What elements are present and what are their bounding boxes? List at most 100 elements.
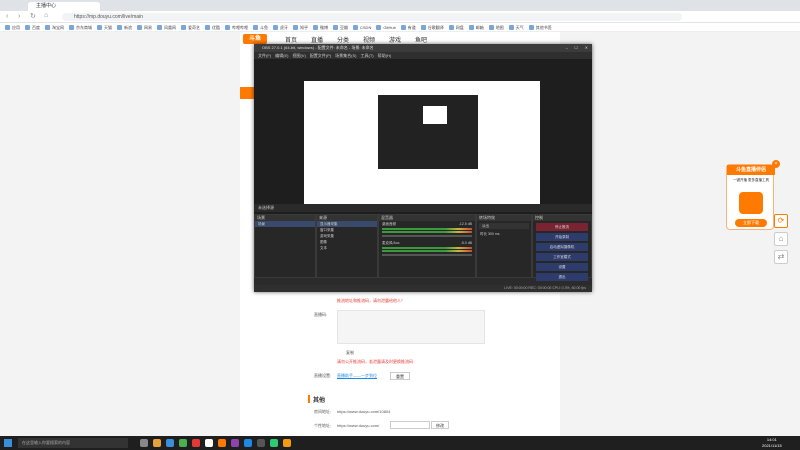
nav-item[interactable]: 分类 [337, 35, 349, 44]
bookmark-item[interactable]: 知乎 [293, 23, 308, 31]
bookmark-item[interactable]: 其他书签 [529, 23, 552, 31]
no-source-label: 未选择源 [258, 205, 274, 210]
bookmark-item[interactable]: CSDN [353, 23, 371, 31]
bookmark-item[interactable]: 有道 [401, 23, 416, 31]
taskbar-app-icon[interactable] [270, 439, 278, 447]
url-field[interactable]: https://mp.douyu.com/live/main [62, 13, 682, 21]
bookmark-item[interactable]: 天气 [509, 23, 524, 31]
clock[interactable]: 14:01 2021/11/15 [762, 437, 782, 449]
bookmark-item[interactable]: 爱奇艺 [181, 23, 200, 31]
audio-meter [382, 231, 472, 233]
control-button[interactable]: 设置 [536, 263, 588, 271]
duration-value[interactable]: 300 ms [488, 232, 499, 236]
obs-menu-item[interactable]: 视图(V) [292, 53, 305, 58]
bookmark-item[interactable]: 应用 [5, 23, 20, 31]
share-icon[interactable]: ⇄ [774, 250, 788, 264]
bookmark-item[interactable]: 谷歌翻译 [421, 23, 444, 31]
obs-preview[interactable] [304, 81, 540, 211]
promo-title: 斗鱼直播伴侣 [727, 165, 775, 175]
taskbar-app-icon[interactable] [231, 439, 239, 447]
source-item[interactable]: 文本 [317, 245, 377, 251]
forward-icon[interactable]: › [18, 13, 20, 20]
control-button[interactable]: 停止推流 [536, 223, 588, 231]
help-link[interactable]: 直播助手——一步到位 [337, 373, 377, 379]
section-title: 其他 [313, 398, 326, 404]
obs-menu-item[interactable]: 帮助(H) [378, 53, 392, 58]
taskbar-search[interactable]: 在这里输入你要搜索的内容 [18, 438, 128, 448]
close-icon[interactable]: × [772, 160, 780, 168]
promo-download-button[interactable]: 立即下载 [735, 219, 767, 227]
taskbar-app-icon[interactable] [140, 439, 148, 447]
reset-button[interactable]: 重置 [390, 372, 410, 380]
bookmark-item[interactable]: 淘宝网 [45, 23, 64, 31]
bookmark-item[interactable]: 地图 [489, 23, 504, 31]
bookmark-item[interactable]: 新浪 [117, 23, 132, 31]
taskbar-app-icon[interactable] [192, 439, 200, 447]
bookmark-item[interactable]: 哔哩哔哩 [225, 23, 248, 31]
volume-slider[interactable] [382, 235, 472, 237]
nav-item[interactable]: 直播 [311, 35, 323, 44]
douyu-logo[interactable]: 斗鱼 [243, 34, 267, 44]
mixer-channel: 桌面音频 -12.5 dB [379, 221, 475, 237]
home-icon[interactable]: ⌂ [774, 232, 788, 246]
taskbar-app-icon[interactable] [244, 439, 252, 447]
personal-url-input[interactable] [390, 421, 430, 429]
bookmark-item[interactable]: 斗鱼 [253, 23, 268, 31]
nav-item[interactable]: 视频 [363, 35, 375, 44]
refresh-icon[interactable]: ⟳ [774, 214, 788, 228]
obs-menubar: 文件(F) 编辑(E) 视图(V) 配置文件(P) 场景集合(S) 工具(T) 帮助(H) [254, 52, 592, 59]
live-code-label: 直播码: [314, 312, 328, 317]
back-icon[interactable]: ‹ [6, 13, 8, 20]
promo-card[interactable]: 斗鱼直播伴侣 一键开播 更多直播工具 立即下载 [726, 164, 775, 230]
obs-menu-item[interactable]: 工具(T) [360, 53, 373, 58]
reload-icon[interactable]: ↻ [30, 12, 36, 20]
bookmark-item[interactable]: 邮箱 [469, 23, 484, 31]
mixer-db: -5.0 dB [460, 241, 472, 245]
control-button[interactable]: 开始录制 [536, 233, 588, 241]
taskbar-app-icon[interactable] [283, 439, 291, 447]
nav-item[interactable]: 鱼吧 [415, 35, 427, 44]
scene-item[interactable]: 场景 [255, 221, 315, 227]
obs-menu-item[interactable]: 配置文件(P) [310, 53, 331, 58]
taskbar-app-icon[interactable] [257, 439, 265, 447]
home-icon[interactable]: ⌂ [44, 12, 48, 19]
control-button[interactable]: 工作室模式 [536, 253, 588, 261]
bookmark-item[interactable]: 微博 [313, 23, 328, 31]
transitions-header: 转场特效 [477, 215, 531, 221]
control-button[interactable]: 退出 [536, 273, 588, 281]
nav-item[interactable]: 首页 [285, 35, 297, 44]
bookmark-item[interactable]: 豆瓣 [333, 23, 348, 31]
duration-label: 时长 [480, 232, 487, 236]
control-button[interactable]: 启动虚拟摄像机 [536, 243, 588, 251]
close-icon[interactable]: ✕ [585, 44, 588, 52]
transition-select[interactable]: 淡出 [479, 223, 529, 229]
bookmark-item[interactable]: 百度 [25, 23, 40, 31]
bookmark-item[interactable]: 网盘 [449, 23, 464, 31]
maximize-icon[interactable]: ☐ [574, 44, 578, 52]
taskbar-app-icon[interactable] [218, 439, 226, 447]
taskbar-app-icon[interactable] [166, 439, 174, 447]
bookmark-item[interactable]: 网易 [137, 23, 152, 31]
nav-item[interactable]: 游戏 [389, 35, 401, 44]
bookmark-item[interactable]: 虎牙 [273, 23, 288, 31]
taskbar-app-icon[interactable] [205, 439, 213, 447]
bookmark-item[interactable]: GitHub [376, 23, 395, 31]
minimize-icon[interactable]: – [566, 44, 568, 52]
room-url: https://www.douyu.com/10804 [337, 409, 391, 414]
taskbar-app-icon[interactable] [153, 439, 161, 447]
live-code-field[interactable] [337, 310, 485, 344]
bookmark-item[interactable]: 凤凰网 [157, 23, 176, 31]
obs-menu-item[interactable]: 编辑(E) [275, 53, 288, 58]
obs-menu-item[interactable]: 场景集合(S) [335, 53, 356, 58]
personal-edit-button[interactable]: 修改 [431, 421, 449, 429]
copy-hint[interactable]: 复制 [346, 350, 354, 356]
bookmark-item[interactable]: 天猫 [97, 23, 112, 31]
volume-slider[interactable] [382, 254, 472, 256]
taskbar-app-icon[interactable] [179, 439, 187, 447]
start-icon[interactable] [4, 439, 12, 447]
bookmark-item[interactable]: 优酷 [205, 23, 220, 31]
bookmark-item[interactable]: 京东商城 [69, 23, 92, 31]
obs-menu-item[interactable]: 文件(F) [258, 53, 271, 58]
obs-titlebar: OBS 27.0.1 (64-bit, windows) - 配置文件: 未命名… [254, 44, 592, 52]
browser-tab[interactable]: 主播中心 [28, 2, 100, 11]
